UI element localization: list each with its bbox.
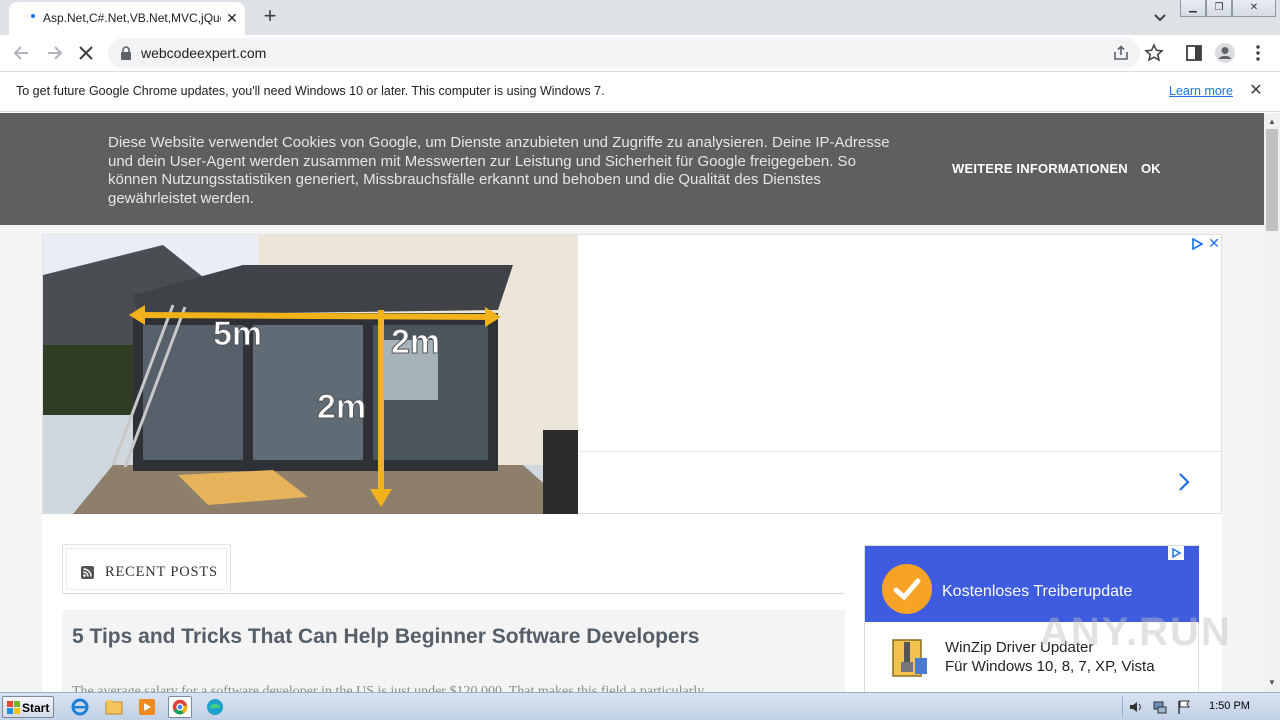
page-viewport: Diese Website verwendet Cookies von Goog… (0, 113, 1264, 692)
tray-divider (1122, 696, 1123, 718)
update-infobar: To get future Google Chrome updates, you… (0, 71, 1280, 112)
restore-button[interactable]: ❐ (1206, 0, 1232, 17)
volume-icon[interactable] (1128, 699, 1144, 715)
dimension-label: 2m (391, 323, 440, 361)
close-window-button[interactable]: ✕ (1232, 0, 1276, 17)
checkmark-icon (882, 564, 932, 614)
cookie-banner: Diese Website verwendet Cookies von Goog… (0, 113, 1264, 225)
forward-arrow-icon[interactable] (43, 42, 65, 64)
scroll-up-arrow-icon[interactable]: ▲ (1264, 115, 1280, 129)
side-panel-icon[interactable] (1183, 42, 1205, 64)
tab-title: Asp.Net,C#.Net,VB.Net,MVC,jQuery (43, 11, 221, 25)
section-divider (62, 593, 845, 594)
anyrun-watermark: ANY.RUN (1040, 610, 1232, 654)
ad-divider (580, 451, 1223, 452)
post-title-link[interactable]: 5 Tips and Tricks That Can Help Beginner… (72, 625, 699, 649)
window-controls: ▁ ❐ ✕ (1180, 0, 1276, 18)
scroll-down-arrow-icon[interactable]: ▼ (1264, 676, 1280, 690)
edge-icon[interactable] (203, 696, 227, 718)
tab-search-chevron-icon[interactable] (1150, 7, 1170, 27)
learn-more-link[interactable]: Learn more (1169, 84, 1233, 98)
windows-flag-icon (7, 701, 20, 714)
infobar-close-icon[interactable]: ✕ (1247, 82, 1265, 100)
dimension-label: 5m (213, 315, 262, 353)
chrome-icon[interactable] (168, 696, 192, 718)
ad-close-icon[interactable]: ✕ (1207, 236, 1221, 250)
recent-posts-label: RECENT POSTS (105, 564, 218, 580)
sidebar-ad-headline: Kostenloses Treiberupdate (942, 583, 1133, 600)
ad-conservatory-image[interactable]: 5m 2m 2m (43, 235, 578, 514)
start-label: Start (22, 701, 50, 715)
internet-explorer-icon[interactable] (68, 696, 92, 718)
action-center-flag-icon[interactable] (1176, 699, 1192, 715)
new-tab-button[interactable]: + (258, 5, 282, 29)
winzip-icon (892, 639, 927, 677)
tab-close-icon[interactable]: ✕ (223, 9, 241, 27)
infobar-message: To get future Google Chrome updates, you… (16, 84, 605, 98)
ad-banner[interactable]: 5m 2m 2m ✕ (42, 234, 1223, 514)
minimize-button[interactable]: ▁ (1180, 0, 1206, 17)
menu-kebab-icon[interactable] (1247, 42, 1269, 64)
bookmark-star-icon[interactable] (1143, 42, 1165, 64)
post-card: 5 Tips and Tricks That Can Help Beginner… (62, 610, 845, 692)
rss-icon (81, 566, 94, 579)
clock[interactable]: 1:50 PM (1209, 700, 1250, 712)
address-bar[interactable]: webcodeexpert.com (108, 38, 1140, 68)
profile-avatar-icon[interactable] (1214, 42, 1236, 64)
dimension-label: 2m (317, 388, 366, 426)
more-info-button[interactable]: WEITERE INFORMATIONEN (952, 161, 1128, 176)
share-icon[interactable] (1112, 44, 1130, 62)
url-text[interactable]: webcodeexpert.com (141, 45, 266, 61)
ad-next-chevron-icon[interactable] (1174, 471, 1194, 493)
browser-tab[interactable]: Asp.Net,C#.Net,VB.Net,MVC,jQuery ✕ (9, 2, 245, 35)
lock-icon[interactable] (120, 46, 132, 60)
tab-strip: Asp.Net,C#.Net,VB.Net,MVC,jQuery ✕ + ▁ ❐… (0, 0, 1280, 35)
stop-loading-icon[interactable] (75, 42, 97, 64)
sidebar-ad-compat: Für Windows 10, 8, 7, XP, Vista (945, 658, 1155, 675)
back-arrow-icon[interactable] (11, 42, 33, 64)
page-scrollbar[interactable]: ▲ ▼ (1264, 113, 1280, 692)
loading-favicon-icon (31, 14, 35, 18)
start-button[interactable]: Start (2, 696, 54, 718)
cookie-text: Diese Website verwendet Cookies von Goog… (108, 134, 890, 207)
recent-posts-tab-frame: RECENT POSTS (66, 548, 227, 590)
media-player-icon[interactable] (135, 696, 159, 718)
file-explorer-icon[interactable] (102, 696, 126, 718)
network-icon[interactable] (1152, 699, 1168, 715)
post-excerpt: The average salary for a software develo… (72, 684, 705, 692)
main-content: RECENT POSTS 5 Tips and Tricks That Can … (42, 514, 1222, 692)
taskbar: Start 1:50 PM (0, 692, 1280, 720)
browser-toolbar: webcodeexpert.com (0, 35, 1280, 71)
adchoices-icon[interactable] (1168, 546, 1184, 560)
adchoices-icon[interactable] (1191, 238, 1203, 250)
cookie-ok-button[interactable]: OK (1141, 161, 1161, 176)
recent-posts-tab[interactable]: RECENT POSTS (62, 544, 231, 594)
scroll-thumb[interactable] (1266, 129, 1278, 231)
